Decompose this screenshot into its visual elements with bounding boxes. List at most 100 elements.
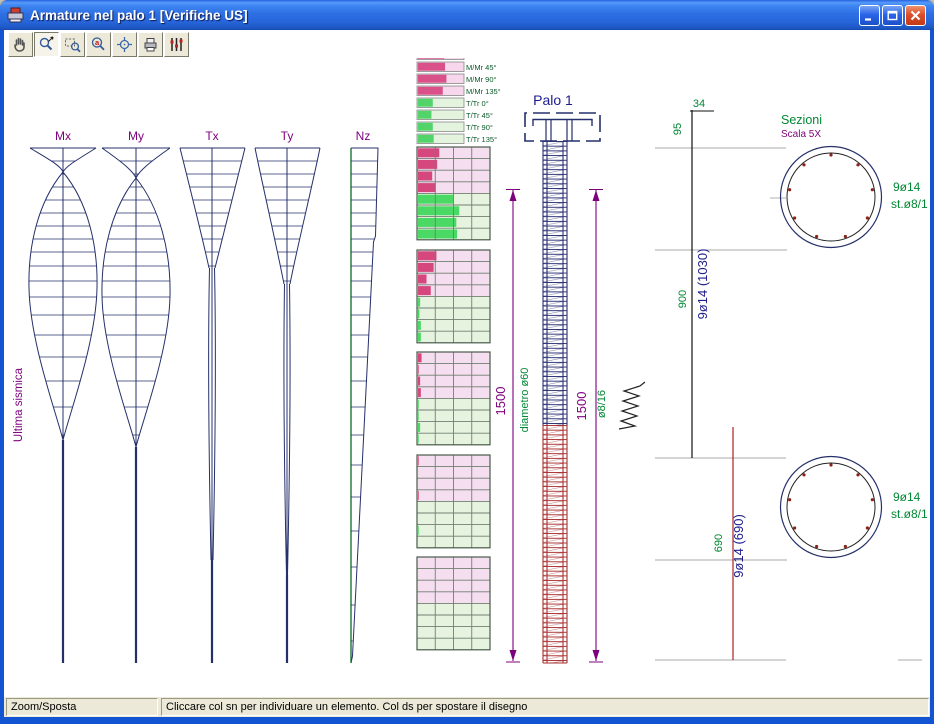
title-bar[interactable]: Armature nel palo 1 [Verifiche US] [0, 0, 934, 30]
lower-bars-label: 9ø14 (690) [731, 514, 746, 578]
util-fill-bar [418, 183, 436, 192]
rebar-dot [793, 216, 796, 219]
load-case-label: Ultima sismica [13, 367, 25, 442]
display-options-button[interactable] [164, 32, 189, 57]
legend-bars: M/Mr 0°M/Mr 45°M/Mr 90°M/Mr 135°T/Tr 0°T… [417, 58, 501, 144]
rebar-dot [793, 526, 796, 529]
ty-diagram [255, 148, 320, 663]
pan-button[interactable] [8, 32, 33, 57]
dim-upper-length: 900 [677, 290, 689, 308]
util-fill-bar [418, 230, 457, 239]
nz-diagram [351, 148, 378, 663]
close-icon [908, 8, 923, 23]
zoom-a-icon: a [90, 36, 107, 53]
rebar-dot [871, 498, 874, 501]
diagram-label-nz: Nz [356, 129, 371, 143]
dim-lower-length: 690 [713, 534, 725, 552]
util-fill-bar [418, 526, 419, 535]
zoom-all-button[interactable]: a [86, 32, 111, 57]
legend-bar-fill [418, 111, 432, 119]
section-circle-top [781, 147, 882, 248]
zoom-drag-button[interactable] [34, 32, 59, 57]
minimize-icon [862, 8, 877, 23]
close-button[interactable] [905, 5, 926, 26]
maximize-button[interactable] [882, 5, 903, 26]
diagram-label-my: My [128, 129, 144, 143]
pile-shaft [543, 141, 567, 663]
legend-bar-fill [418, 135, 434, 143]
pile-dim-left: 1500 [493, 387, 508, 416]
util-fill-bar [418, 218, 456, 227]
rebar-dot [815, 545, 818, 548]
legend-label: T/Tr 0° [466, 99, 489, 108]
rebar-dot [871, 188, 874, 191]
rebar-dot [856, 473, 859, 476]
legend-label: T/Tr 135° [466, 135, 497, 144]
rebar-dot [844, 545, 847, 548]
util-fill-bar [418, 275, 427, 284]
legend-bar-fill [418, 75, 447, 83]
status-bar: Zoom/Sposta Cliccare col sn per individu… [4, 697, 930, 717]
rebar-dot [866, 216, 869, 219]
legend-bar-fill [418, 123, 433, 131]
utilization-grids [417, 147, 490, 650]
pile-title: Palo 1 [533, 92, 573, 108]
rebar-dots [788, 153, 874, 548]
util-fill-bar [418, 160, 437, 169]
print-button[interactable] [138, 32, 163, 57]
diagram-label-tx: Tx [205, 129, 218, 143]
drawing: Mx My Tx Ty Nz Ultima sismica [4, 58, 930, 697]
rebar-dot [866, 526, 869, 529]
restore-icon [885, 8, 900, 23]
section-bottom-bars: 9ø14 [893, 490, 921, 504]
util-fill-bar [418, 377, 420, 386]
legend-bar-fill [418, 58, 444, 59]
util-fill-bar [418, 491, 419, 500]
util-fill-bar [418, 435, 419, 444]
pile-dim-right: 1500 [574, 392, 589, 421]
tx-diagram [180, 148, 245, 663]
util-fill-bar [418, 321, 421, 330]
rebar-dot [802, 473, 805, 476]
section-circle-bottom [781, 457, 882, 558]
rebar-dot [829, 463, 832, 466]
rebar-dot [802, 163, 805, 166]
util-fill-bar [418, 263, 434, 272]
pile-stirrup-label: ø8/16 [596, 390, 608, 418]
util-fill-bar [418, 423, 420, 432]
app-icon [7, 7, 24, 23]
util-fill-bar [418, 388, 421, 397]
util-fill-bar [418, 411, 419, 420]
dim-cap-height: 95 [672, 123, 684, 135]
util-fill-bar [418, 172, 432, 181]
toolbar: a [4, 30, 930, 58]
zoom-arrow-icon [38, 36, 55, 53]
legend-bar-fill [418, 99, 433, 107]
minimize-button[interactable] [859, 5, 880, 26]
diagram-labels: Mx My Tx Ty Nz [55, 129, 370, 143]
sections-scale: Scala 5X [781, 129, 821, 140]
rebar-dot [788, 188, 791, 191]
legend-label: M/Mr 90° [466, 75, 497, 84]
section-top-bars: 9ø14 [893, 180, 921, 194]
pile-diameter-label: diametro ø60 [519, 368, 531, 433]
mx-diagram [29, 148, 97, 663]
legend-label: T/Tr 45° [466, 111, 493, 120]
util-fill-bar [418, 400, 419, 409]
hand-icon [12, 36, 29, 53]
section-bottom-stirrups: st.ø8/1 [891, 507, 928, 521]
util-fill-bar [418, 353, 422, 362]
legend-bar-fill [418, 63, 445, 71]
zoom-window-button[interactable] [60, 32, 85, 57]
status-mode: Zoom/Sposta [6, 698, 158, 716]
upper-bars-label: 9ø14 (1030) [695, 249, 710, 320]
center-view-button[interactable] [112, 32, 137, 57]
util-fill-bar [418, 286, 431, 295]
util-fill-bar [418, 309, 419, 318]
zoom-rect-icon [64, 36, 81, 53]
bar-extent-lines [690, 110, 733, 660]
drawing-canvas[interactable]: Mx My Tx Ty Nz Ultima sismica [4, 58, 930, 697]
rebar-dot [815, 235, 818, 238]
nz-hatch [350, 161, 379, 641]
dim-top-width: 34 [693, 98, 705, 110]
